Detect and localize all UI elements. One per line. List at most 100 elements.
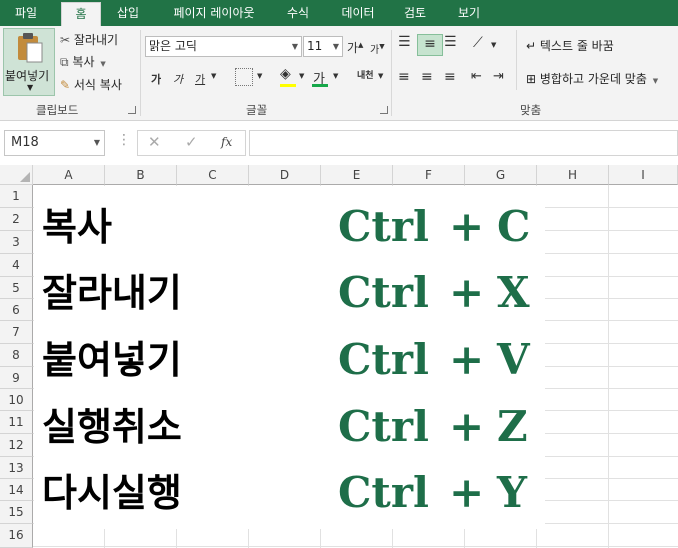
- cell-shortcut-key[interactable]: Z: [497, 397, 528, 457]
- row-header[interactable]: 14: [0, 479, 33, 501]
- row-header[interactable]: 8: [0, 344, 33, 367]
- align-center-icon[interactable]: ≡: [421, 69, 433, 85]
- insert-function-icon[interactable]: fx: [221, 135, 232, 149]
- column-header[interactable]: B: [105, 165, 177, 185]
- decrease-indent-icon[interactable]: ⇤: [471, 69, 482, 84]
- cell-shortcut-ctrl[interactable]: Ctrl: [338, 197, 429, 257]
- grow-font-button[interactable]: 가▲: [347, 39, 363, 56]
- tab-file[interactable]: 파일: [4, 0, 48, 26]
- paste-dropdown-icon[interactable]: ▼: [27, 83, 33, 92]
- cancel-icon[interactable]: ✕: [148, 133, 161, 151]
- align-left-icon[interactable]: ≡: [398, 69, 410, 85]
- tab-view[interactable]: 보기: [448, 0, 490, 26]
- copy-button[interactable]: ⧉ 복사 ▼: [60, 53, 106, 70]
- fill-dropdown-icon[interactable]: ▼: [299, 72, 304, 80]
- column-header[interactable]: G: [465, 165, 537, 185]
- row-header[interactable]: 15: [0, 501, 33, 524]
- cell-action-label[interactable]: 실행취소: [42, 397, 182, 457]
- merge-dropdown-icon[interactable]: ▼: [653, 77, 658, 85]
- column-header[interactable]: E: [321, 165, 393, 185]
- enter-icon[interactable]: ✓: [185, 133, 198, 151]
- cell-shortcut-key[interactable]: C: [497, 197, 530, 257]
- shrink-font-button[interactable]: 가▼: [370, 41, 385, 56]
- formula-input[interactable]: [249, 130, 678, 156]
- phonetic-button[interactable]: 내천: [357, 68, 374, 81]
- formula-bar: M18 ▼ ⋮ ✕ ✓ fx: [0, 121, 678, 166]
- tab-page-layout[interactable]: 페이지 레이아웃: [160, 0, 268, 26]
- font-launcher-icon[interactable]: [380, 106, 388, 114]
- row-header[interactable]: 16: [0, 524, 33, 548]
- border-button[interactable]: [235, 68, 253, 86]
- row-header[interactable]: 5: [0, 277, 33, 299]
- tab-review[interactable]: 검토: [394, 0, 436, 26]
- tab-home[interactable]: 홈: [61, 2, 101, 26]
- column-header[interactable]: A: [33, 165, 105, 185]
- format-painter-button[interactable]: ✎ 서식 복사: [60, 76, 122, 93]
- row-header[interactable]: 7: [0, 321, 33, 344]
- increase-indent-icon[interactable]: ⇥: [493, 69, 504, 84]
- cell-shortcut-key[interactable]: Y: [497, 463, 527, 523]
- cut-button[interactable]: ✂ 잘라내기: [60, 31, 118, 48]
- font-size-select[interactable]: 11 ▼: [303, 36, 343, 57]
- row-header[interactable]: 4: [0, 254, 33, 277]
- paste-button[interactable]: 붙여넣기 ▼: [3, 28, 55, 96]
- column-header[interactable]: H: [537, 165, 609, 185]
- cell-shortcut-plus[interactable]: +: [449, 197, 484, 257]
- fill-color-button[interactable]: ◈: [280, 66, 291, 82]
- row-header[interactable]: 2: [0, 208, 33, 231]
- column-header[interactable]: F: [393, 165, 465, 185]
- cell-shortcut-ctrl[interactable]: Ctrl: [338, 330, 429, 390]
- border-dropdown-icon[interactable]: ▼: [257, 72, 262, 80]
- align-top-icon[interactable]: ☰: [398, 34, 411, 50]
- cell-action-label[interactable]: 붙여넣기: [42, 330, 182, 390]
- ribbon-tab-bar: 파일 홈 삽입 페이지 레이아웃 수식 데이터 검토 보기: [0, 0, 678, 26]
- column-header[interactable]: I: [609, 165, 678, 185]
- clipboard-launcher-icon[interactable]: [128, 106, 136, 114]
- font-group-label: 글꼴: [246, 103, 268, 117]
- tab-data[interactable]: 데이터: [332, 0, 384, 26]
- font-color-dropdown-icon[interactable]: ▼: [333, 72, 338, 80]
- row-header[interactable]: 10: [0, 389, 33, 411]
- align-right-icon[interactable]: ≡: [444, 69, 456, 85]
- orientation-icon[interactable]: ⟋: [473, 35, 483, 51]
- merge-center-button[interactable]: ⊞ 병합하고 가운데 맞춤 ▼: [526, 70, 658, 87]
- align-bottom-icon[interactable]: ☰: [444, 34, 457, 50]
- wrap-text-button[interactable]: ↵ 텍스트 줄 바꿈: [526, 37, 614, 54]
- cell-action-label[interactable]: 복사: [42, 197, 112, 257]
- gridline: [33, 546, 678, 547]
- underline-dropdown-icon[interactable]: ▼: [211, 72, 216, 80]
- cell-shortcut-ctrl[interactable]: Ctrl: [338, 263, 429, 323]
- row-header[interactable]: 12: [0, 434, 33, 457]
- name-box[interactable]: M18 ▼: [4, 130, 105, 156]
- row-header[interactable]: 13: [0, 457, 33, 479]
- row-header[interactable]: 1: [0, 185, 33, 208]
- tab-formulas[interactable]: 수식: [278, 0, 318, 26]
- select-all-corner[interactable]: [0, 165, 33, 185]
- column-header[interactable]: C: [177, 165, 249, 185]
- cell-shortcut-ctrl[interactable]: Ctrl: [338, 463, 429, 523]
- underline-button[interactable]: 가: [195, 71, 205, 87]
- cell-action-label[interactable]: 잘라내기: [42, 263, 182, 323]
- cell-shortcut-ctrl[interactable]: Ctrl: [338, 397, 429, 457]
- cell-action-label[interactable]: 다시실행: [42, 463, 182, 523]
- align-middle-icon[interactable]: ≡: [417, 34, 443, 56]
- bold-button[interactable]: 가: [151, 71, 161, 87]
- copy-dropdown-icon[interactable]: ▼: [100, 60, 105, 68]
- cell-shortcut-key[interactable]: X: [497, 263, 530, 323]
- row-header[interactable]: 9: [0, 367, 33, 389]
- phonetic-dropdown-icon[interactable]: ▼: [378, 72, 383, 80]
- font-family-select[interactable]: 맑은 고딕 ▼: [145, 36, 302, 57]
- cell-shortcut-plus[interactable]: +: [449, 263, 484, 323]
- column-header[interactable]: D: [249, 165, 321, 185]
- orientation-dropdown-icon[interactable]: ▼: [491, 41, 496, 49]
- chevron-down-icon[interactable]: ▼: [94, 131, 100, 155]
- cell-shortcut-plus[interactable]: +: [449, 330, 484, 390]
- row-header[interactable]: 6: [0, 299, 33, 321]
- cell-shortcut-plus[interactable]: +: [449, 463, 484, 523]
- cell-shortcut-key[interactable]: V: [497, 330, 530, 390]
- italic-button[interactable]: 가: [173, 71, 183, 87]
- row-header[interactable]: 11: [0, 411, 33, 434]
- cell-shortcut-plus[interactable]: +: [449, 397, 484, 457]
- tab-insert[interactable]: 삽입: [108, 0, 148, 26]
- row-header[interactable]: 3: [0, 231, 33, 254]
